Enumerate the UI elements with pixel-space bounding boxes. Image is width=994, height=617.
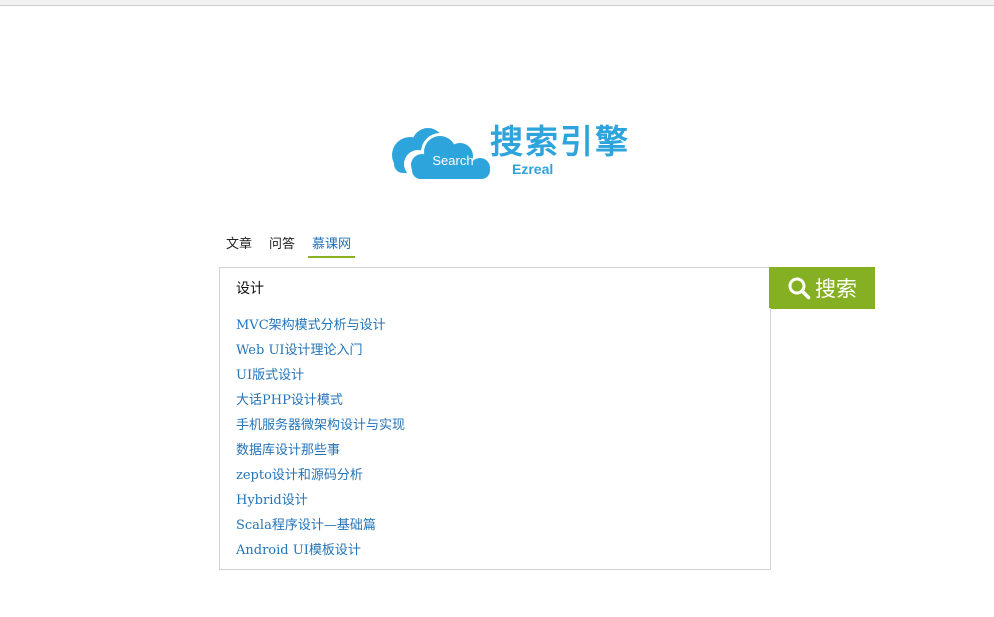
search-button-label: 搜索 xyxy=(815,277,857,301)
suggestion-item[interactable]: Hybrid设计 xyxy=(220,488,770,513)
logo-title: 搜索引擎 xyxy=(490,122,630,161)
suggestion-item[interactable]: zepto设计和源码分析 xyxy=(220,463,770,488)
tab-articles[interactable]: 文章 xyxy=(222,236,256,258)
tab-qa[interactable]: 问答 xyxy=(265,236,299,258)
search-icon xyxy=(788,277,811,300)
suggestion-item[interactable]: Scala程序设计—基础篇 xyxy=(220,513,770,538)
search-input[interactable] xyxy=(220,268,770,308)
search-button[interactable]: 搜索 xyxy=(769,267,875,309)
suggestion-dropdown: MVC架构模式分析与设计 Web UI设计理论入门 UI版式设计 大话PHP设计… xyxy=(219,308,771,570)
suggestion-item[interactable]: UI版式设计 xyxy=(220,363,770,388)
logo: Search 搜索引擎 Ezreal xyxy=(388,118,668,182)
logo-subtitle: Ezreal xyxy=(512,161,554,177)
suggestion-item[interactable]: MVC架构模式分析与设计 xyxy=(220,313,770,338)
cloud-icon xyxy=(392,128,490,179)
suggestion-item[interactable]: 数据库设计那些事 xyxy=(220,438,770,463)
logo-cloud-text: Search xyxy=(432,153,474,168)
suggestion-item[interactable]: 大话PHP设计模式 xyxy=(220,388,770,413)
tab-imooc[interactable]: 慕课网 xyxy=(308,236,356,258)
suggestion-item[interactable]: Web UI设计理论入门 xyxy=(220,338,770,363)
search-category-tabs: 文章 问答 慕课网 xyxy=(222,236,364,258)
suggestion-item[interactable]: Android UI模板设计 xyxy=(220,538,770,563)
search-box xyxy=(219,267,771,309)
browser-top-border xyxy=(0,0,994,6)
suggestion-item[interactable]: 手机服务器微架构设计与实现 xyxy=(220,413,770,438)
